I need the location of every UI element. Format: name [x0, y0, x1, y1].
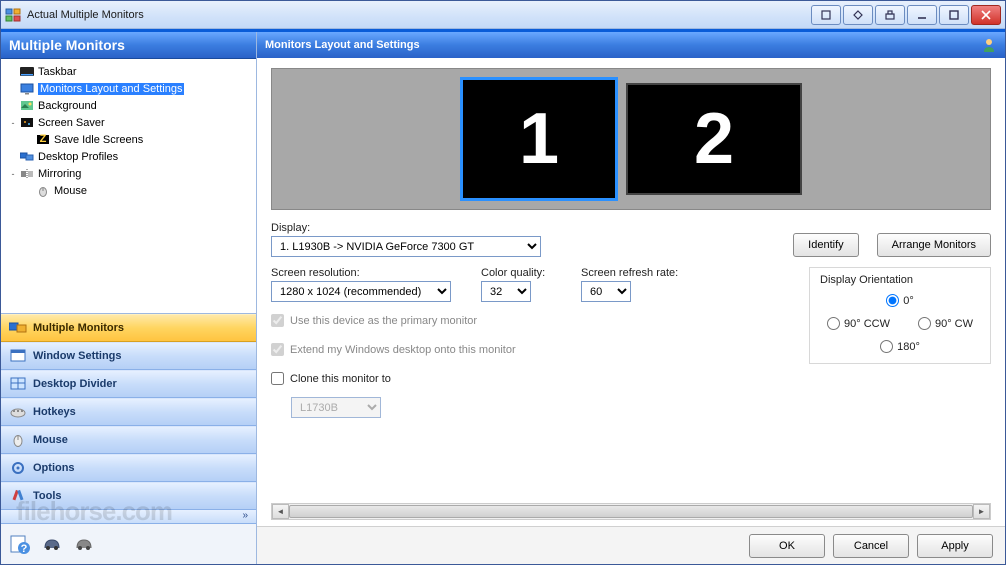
scroll-thumb[interactable] — [289, 505, 973, 518]
help-icon[interactable]: ? — [7, 531, 33, 557]
maximize-button[interactable] — [939, 5, 969, 25]
arrange-monitors-button[interactable]: Arrange Monitors — [877, 233, 991, 257]
tree-item-taskbar[interactable]: Taskbar — [3, 63, 254, 80]
tree-item-desktop-profiles[interactable]: Desktop Profiles — [3, 148, 254, 165]
mirror-icon — [19, 167, 35, 181]
toolbar-icon-3[interactable] — [71, 531, 97, 557]
orientation-90ccw[interactable]: 90° CCW — [827, 317, 890, 330]
tools-icon — [9, 488, 27, 504]
extend-desktop-checkbox: Extend my Windows desktop onto this moni… — [271, 343, 701, 356]
tree-item-mirroring[interactable]: -Mirroring — [3, 165, 254, 182]
nav-hotkeys[interactable]: Hotkeys — [1, 398, 256, 426]
nav-tools[interactable]: Tools — [1, 482, 256, 510]
primary-monitor-checkbox: Use this device as the primary monitor — [271, 314, 701, 327]
titlebar: Actual Multiple Monitors — [1, 1, 1005, 29]
left-panel-header: Multiple Monitors — [1, 32, 256, 59]
orientation-90cw[interactable]: 90° CW — [918, 317, 973, 330]
svg-text:Z: Z — [40, 134, 47, 145]
svg-text:?: ? — [21, 543, 28, 555]
minimize-button[interactable] — [907, 5, 937, 25]
orientation-title: Display Orientation — [820, 274, 980, 286]
header-user-icon[interactable] — [981, 37, 997, 53]
nav-multiple-monitors[interactable]: Multiple Monitors — [1, 314, 256, 342]
monitor-2[interactable]: 2 — [626, 83, 802, 195]
extra-button-1[interactable] — [811, 5, 841, 25]
divider-icon — [9, 376, 27, 392]
tree-item-background[interactable]: Background — [3, 97, 254, 114]
nav-desktop-divider[interactable]: Desktop Divider — [1, 370, 256, 398]
clone-target-select: L1730B — [291, 397, 381, 418]
display-select[interactable]: 1. L1930B -> NVIDIA GeForce 7300 GT — [271, 236, 541, 257]
monitor-arrangement-area[interactable]: 1 2 — [271, 68, 991, 210]
scroll-left-icon[interactable]: ◄ — [272, 504, 289, 519]
options-icon — [9, 460, 27, 476]
background-icon — [19, 99, 35, 113]
screensaver-icon — [19, 116, 35, 130]
clone-monitor-checkbox[interactable]: Clone this monitor to — [271, 372, 701, 385]
tree-item-screensaver[interactable]: -Screen Saver — [3, 114, 254, 131]
profiles-icon — [19, 150, 35, 164]
idle-icon: Z — [35, 133, 51, 147]
window-title: Actual Multiple Monitors — [27, 9, 809, 21]
monitor-icon — [19, 82, 35, 96]
tree-item-save-idle[interactable]: ZSave Idle Screens — [3, 131, 254, 148]
left-bottom-toolbar: ? — [1, 524, 256, 564]
orientation-0[interactable]: 0° — [886, 294, 914, 307]
nav-mouse[interactable]: Mouse — [1, 426, 256, 454]
collapse-icon[interactable]: - — [7, 169, 19, 179]
settings-tree: Taskbar Monitors Layout and Settings Bac… — [1, 59, 256, 313]
refresh-rate-select[interactable]: 60 — [581, 281, 631, 302]
scroll-right-icon[interactable]: ► — [973, 504, 990, 519]
collapse-icon[interactable]: - — [7, 118, 19, 128]
ok-button[interactable]: OK — [749, 534, 825, 558]
color-quality-label: Color quality: — [481, 267, 551, 279]
toolbar-icon-2[interactable] — [39, 531, 65, 557]
close-button[interactable] — [971, 5, 1001, 25]
monitor-1[interactable]: 1 — [460, 77, 618, 201]
dialog-footer: OK Cancel Apply — [257, 526, 1005, 564]
left-column: Multiple Monitors Taskbar Monitors Layou… — [1, 32, 257, 564]
mouse-icon — [35, 184, 51, 198]
nav-options[interactable]: Options — [1, 454, 256, 482]
nav-expand-toggle[interactable]: » — [1, 510, 256, 524]
apply-button[interactable]: Apply — [917, 534, 993, 558]
right-panel-header: Monitors Layout and Settings — [257, 32, 1005, 58]
window-icon — [9, 348, 27, 364]
refresh-rate-label: Screen refresh rate: — [581, 267, 701, 279]
display-label: Display: — [271, 222, 541, 234]
orientation-180[interactable]: 180° — [880, 340, 920, 353]
taskbar-icon — [19, 65, 35, 79]
tree-item-monitors-layout[interactable]: Monitors Layout and Settings — [3, 80, 254, 97]
nav-window-settings[interactable]: Window Settings — [1, 342, 256, 370]
cancel-button[interactable]: Cancel — [833, 534, 909, 558]
orientation-group: Display Orientation 0° 90° CCW 90° CW 18… — [809, 267, 991, 364]
resolution-label: Screen resolution: — [271, 267, 451, 279]
app-window: Actual Multiple Monitors Multiple Monito… — [0, 0, 1006, 565]
right-column: Monitors Layout and Settings 1 2 Display… — [257, 32, 1005, 564]
hotkeys-icon — [9, 404, 27, 420]
extra-button-2[interactable] — [843, 5, 873, 25]
mouse-icon — [9, 432, 27, 448]
tree-item-mouse[interactable]: Mouse — [3, 182, 254, 199]
monitors-icon — [9, 320, 27, 336]
extra-button-3[interactable] — [875, 5, 905, 25]
horizontal-scrollbar[interactable]: ◄ ► — [271, 503, 991, 520]
resolution-select[interactable]: 1280 x 1024 (recommended) — [271, 281, 451, 302]
color-quality-select[interactable]: 32 — [481, 281, 531, 302]
category-nav: Multiple Monitors Window Settings Deskto… — [1, 313, 256, 524]
identify-button[interactable]: Identify — [793, 233, 858, 257]
app-icon — [5, 7, 21, 23]
